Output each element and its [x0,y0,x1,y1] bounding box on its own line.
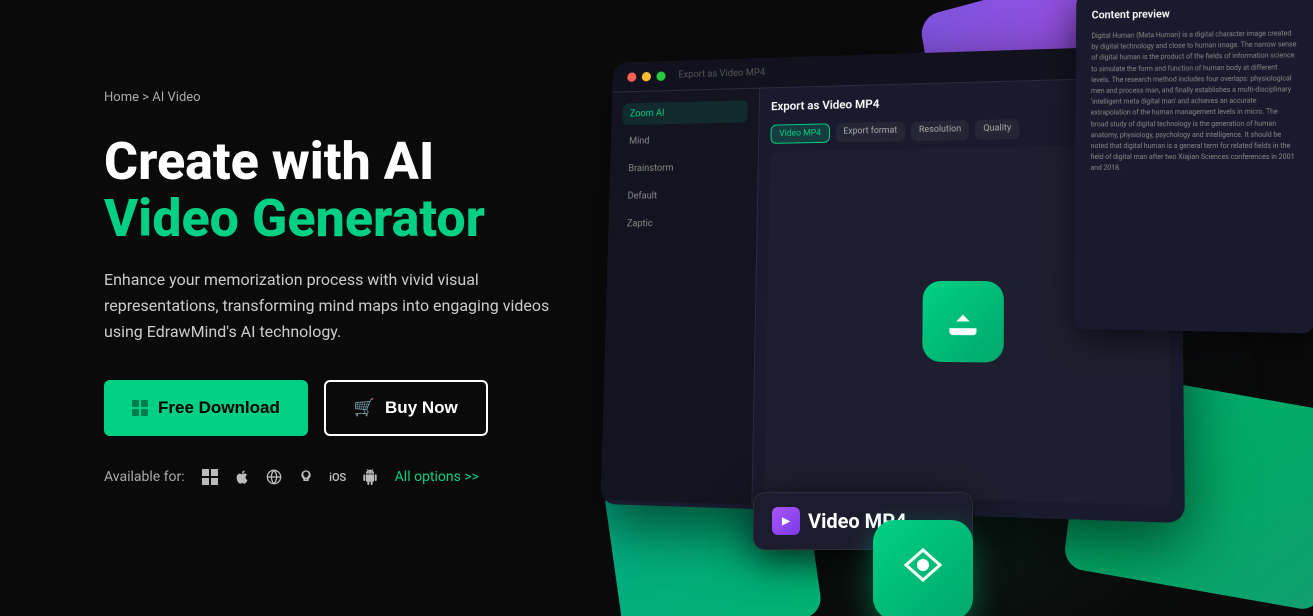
breadcrumb-home[interactable]: Home [104,90,139,105]
export-option-format[interactable]: Export format [835,122,905,143]
platform-web[interactable] [263,466,285,488]
window-title-text: Export as Video MP4 [678,67,765,80]
export-option-mp4[interactable]: Video MP4 [770,123,829,144]
buy-now-button[interactable]: 🛒 Buy Now [324,380,488,436]
grid-icon [132,400,148,416]
breadcrumb: Home > AI Video [104,90,664,105]
content-preview-title: Content preview [1092,5,1298,21]
right-visual: Export as Video MP4 Zoom AI Mind Brainst… [553,0,1313,616]
content-preview-card: Content preview Digital Human (Meta Huma… [1074,0,1313,333]
breadcrumb-current: AI Video [152,90,200,105]
content-preview-body: Digital Human (Meta Human) is a digital … [1090,28,1297,174]
free-download-button[interactable]: Free Download [104,380,308,436]
buttons-row: Free Download 🛒 Buy Now [104,380,664,436]
upload-icon [922,281,1004,363]
available-label: Available for: [104,469,185,485]
app-icon-card [873,520,973,616]
headline-line1: Create with AI [104,131,434,192]
dot-minimize [642,71,651,81]
page-wrapper: Export as Video MP4 Zoom AI Mind Brainst… [0,0,1313,616]
subtitle-text: Enhance your memorization process with v… [104,267,584,344]
breadcrumb-separator: > [142,90,149,105]
platform-android[interactable] [359,466,381,488]
all-options-link[interactable]: All options >> [395,469,479,485]
headline-line2: Video Generator [104,188,485,249]
export-option-resolution[interactable]: Resolution [911,120,969,141]
platform-macos[interactable] [231,466,253,488]
export-option-quality[interactable]: Quality [975,119,1019,140]
left-content: Home > AI Video Create with AI Video Gen… [104,90,664,488]
platform-linux[interactable] [295,466,317,488]
platform-ios[interactable]: iOS [327,466,349,488]
mp4-icon: ▶ [772,507,800,535]
app-logo-icon [898,540,948,600]
platform-windows[interactable] [199,466,221,488]
dot-close [627,72,636,82]
page-headline: Create with AI Video Generator [104,133,664,247]
cart-icon: 🛒 [354,398,375,418]
dot-maximize [656,71,665,81]
available-row: Available for: [104,466,664,488]
